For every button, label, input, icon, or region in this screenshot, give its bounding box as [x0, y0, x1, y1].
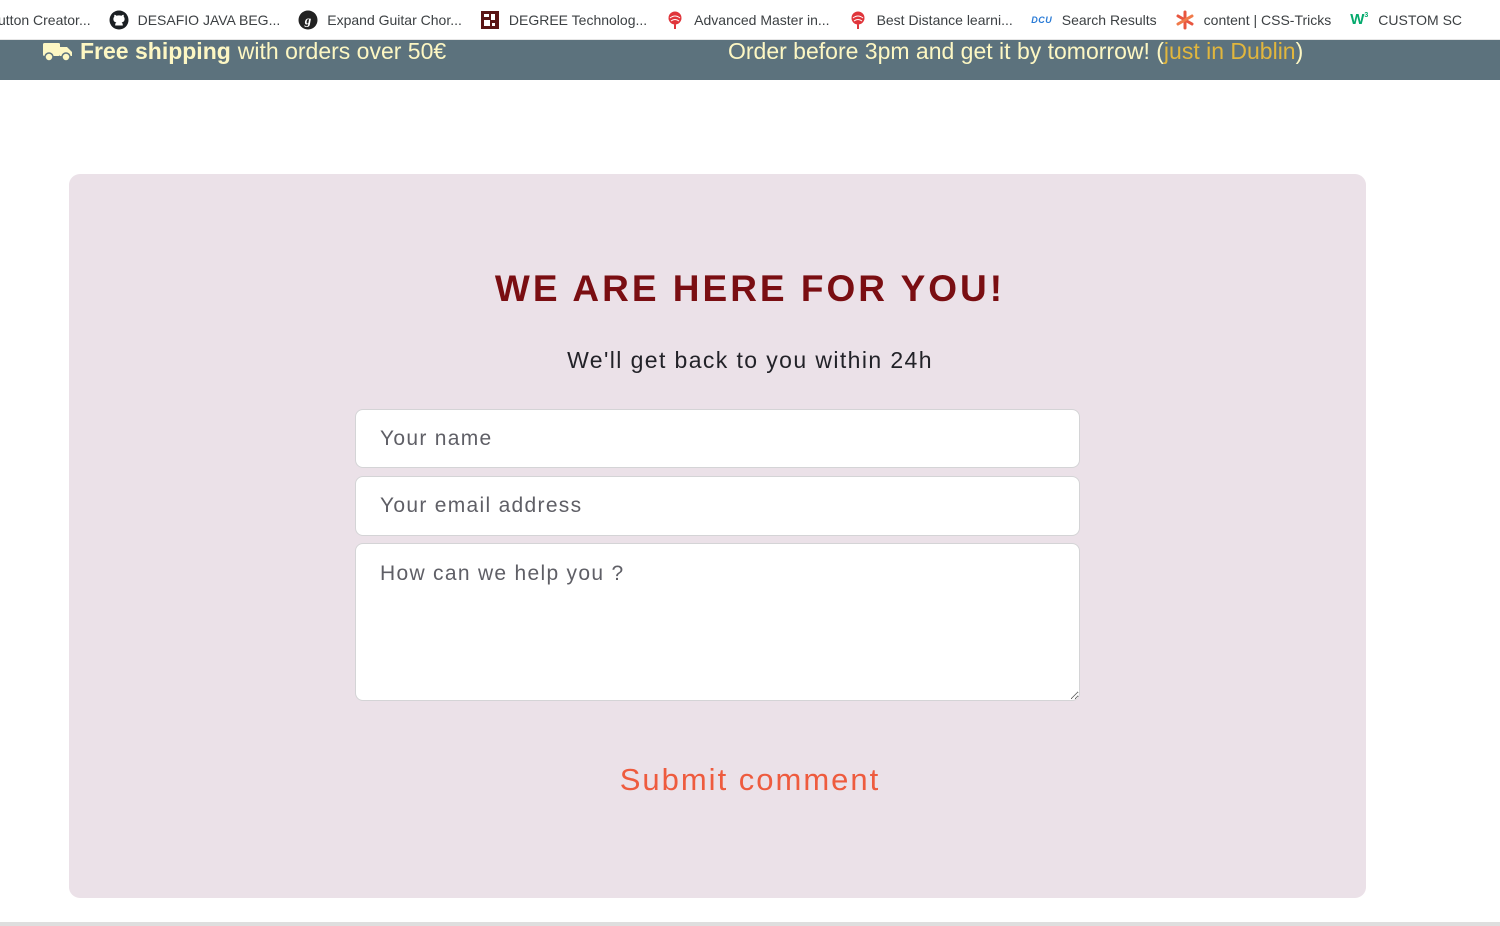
- bookmark-label: Advanced Master in...: [694, 11, 830, 28]
- bookmark-label: content | CSS-Tricks: [1203, 11, 1332, 28]
- free-shipping-notice: Free shipping with orders over 50€: [43, 38, 447, 64]
- guitar-g-icon: g: [298, 10, 318, 30]
- bookmark-label: CUSTOM SC: [1378, 11, 1463, 28]
- bookmark-label: Expand Guitar Chor...: [327, 11, 462, 28]
- bookmark-label: DESAFIO JAVA BEG...: [137, 11, 281, 28]
- degree-icon: [480, 10, 500, 30]
- bookmarks-bar: utton Creator... DESAFIO JAVA BEG... g E…: [0, 0, 1500, 40]
- email-input[interactable]: [355, 476, 1080, 536]
- submit-comment-button[interactable]: Submit comment: [570, 760, 930, 800]
- bookmark-label: Best Distance learni...: [876, 11, 1013, 28]
- bookmark-degree-technology[interactable]: DEGREE Technolog...: [471, 5, 656, 35]
- bookmark-desafio-java[interactable]: DESAFIO JAVA BEG...: [100, 5, 290, 35]
- message-textarea[interactable]: [355, 543, 1080, 701]
- order-deadline-notice: Order before 3pm and get it by tomorrow!…: [728, 38, 1304, 64]
- bookmark-best-distance[interactable]: Best Distance learni...: [839, 5, 1022, 35]
- truck-icon: [43, 43, 72, 62]
- name-input[interactable]: [355, 409, 1080, 468]
- bookmark-label: Search Results: [1061, 11, 1157, 28]
- promo-banner: Free shipping with orders over 50€ Order…: [0, 40, 1500, 80]
- w3-icon-text: W: [1350, 11, 1365, 28]
- contact-subtitle: We'll get back to you within 24h: [567, 347, 933, 373]
- svg-text:g: g: [304, 12, 312, 27]
- order-deadline-text: Order before 3pm and get it by tomorrow!…: [728, 38, 1164, 64]
- free-shipping-text: with orders over 50€: [237, 38, 447, 64]
- pin-globe-icon: [665, 10, 685, 30]
- bookmark-custom-sc[interactable]: W 3 CUSTOM SC: [1340, 5, 1471, 35]
- asterisk-icon: [1175, 10, 1195, 30]
- bookmark-search-results[interactable]: DCU Search Results: [1022, 5, 1166, 35]
- dublin-highlight: just in Dublin: [1163, 38, 1296, 64]
- github-icon: [109, 10, 129, 30]
- order-deadline-close: ): [1295, 38, 1304, 64]
- pin-globe-icon: [848, 10, 868, 30]
- dcu-icon-text: DCU: [1031, 14, 1053, 25]
- contact-title: WE ARE HERE FOR YOU!: [494, 268, 1006, 309]
- bookmark-label: utton Creator...: [0, 11, 91, 28]
- dcu-icon: DCU: [1031, 10, 1053, 30]
- bookmark-css-tricks[interactable]: content | CSS-Tricks: [1166, 5, 1341, 35]
- bookmark-label: DEGREE Technolog...: [508, 11, 648, 28]
- page-divider: [0, 922, 1500, 926]
- bookmark-advanced-master[interactable]: Advanced Master in...: [656, 5, 838, 35]
- bookmark-button-creator[interactable]: utton Creator...: [0, 5, 100, 35]
- bookmark-expand-guitar[interactable]: g Expand Guitar Chor...: [289, 5, 471, 35]
- free-shipping-bold: Free shipping: [80, 38, 231, 64]
- w3-icon-superscript: 3: [1364, 12, 1369, 19]
- w3-icon: W 3: [1349, 10, 1369, 30]
